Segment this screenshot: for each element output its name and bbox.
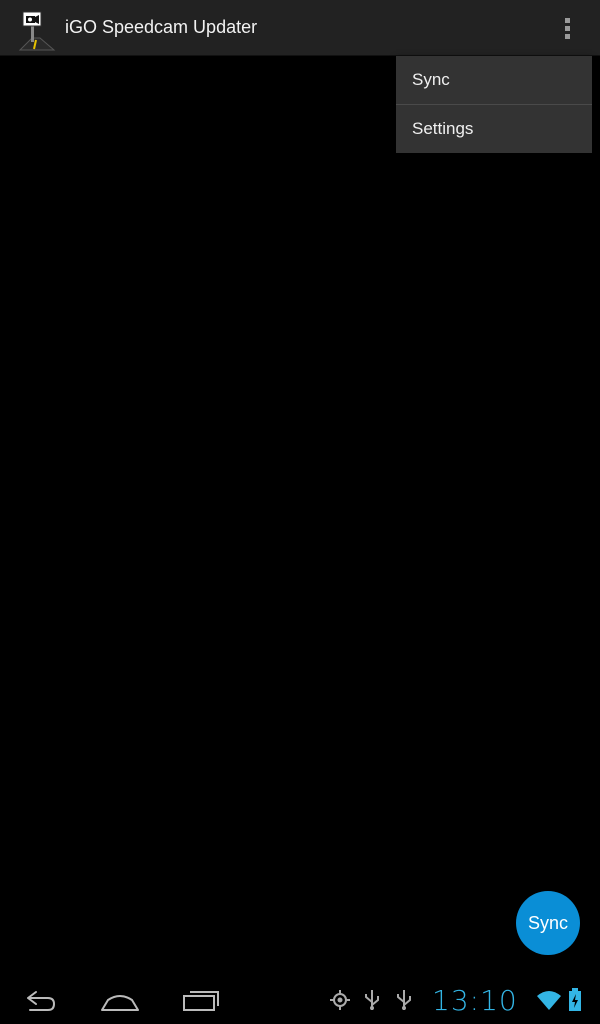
- app-title: iGO Speedcam Updater: [65, 17, 258, 37]
- screen: iGO Speedcam Updater Sync Settings Sync: [0, 0, 600, 1024]
- usb-icon: [392, 988, 416, 1012]
- overflow-dot: [565, 18, 570, 23]
- back-icon[interactable]: [18, 984, 62, 1016]
- usb-icon: [360, 988, 384, 1012]
- action-bar: iGO Speedcam Updater: [0, 0, 600, 56]
- wifi-icon: [536, 988, 562, 1012]
- overflow-dot: [565, 26, 570, 31]
- sync-fab-button[interactable]: Sync: [516, 891, 580, 955]
- speedcam-road-icon[interactable]: [14, 8, 58, 52]
- recent-apps-icon[interactable]: [180, 984, 224, 1016]
- menu-item-settings[interactable]: Settings: [396, 105, 592, 153]
- clock: 13:10: [432, 984, 518, 1017]
- overflow-menu: Sync Settings: [396, 56, 592, 153]
- gps-icon: [328, 988, 352, 1012]
- overflow-menu-icon[interactable]: [552, 10, 584, 46]
- system-bar: 13:10: [0, 976, 600, 1024]
- battery-charging-icon: [568, 988, 582, 1012]
- overflow-dot: [565, 34, 570, 39]
- home-icon[interactable]: [98, 984, 142, 1016]
- menu-item-sync[interactable]: Sync: [396, 56, 592, 104]
